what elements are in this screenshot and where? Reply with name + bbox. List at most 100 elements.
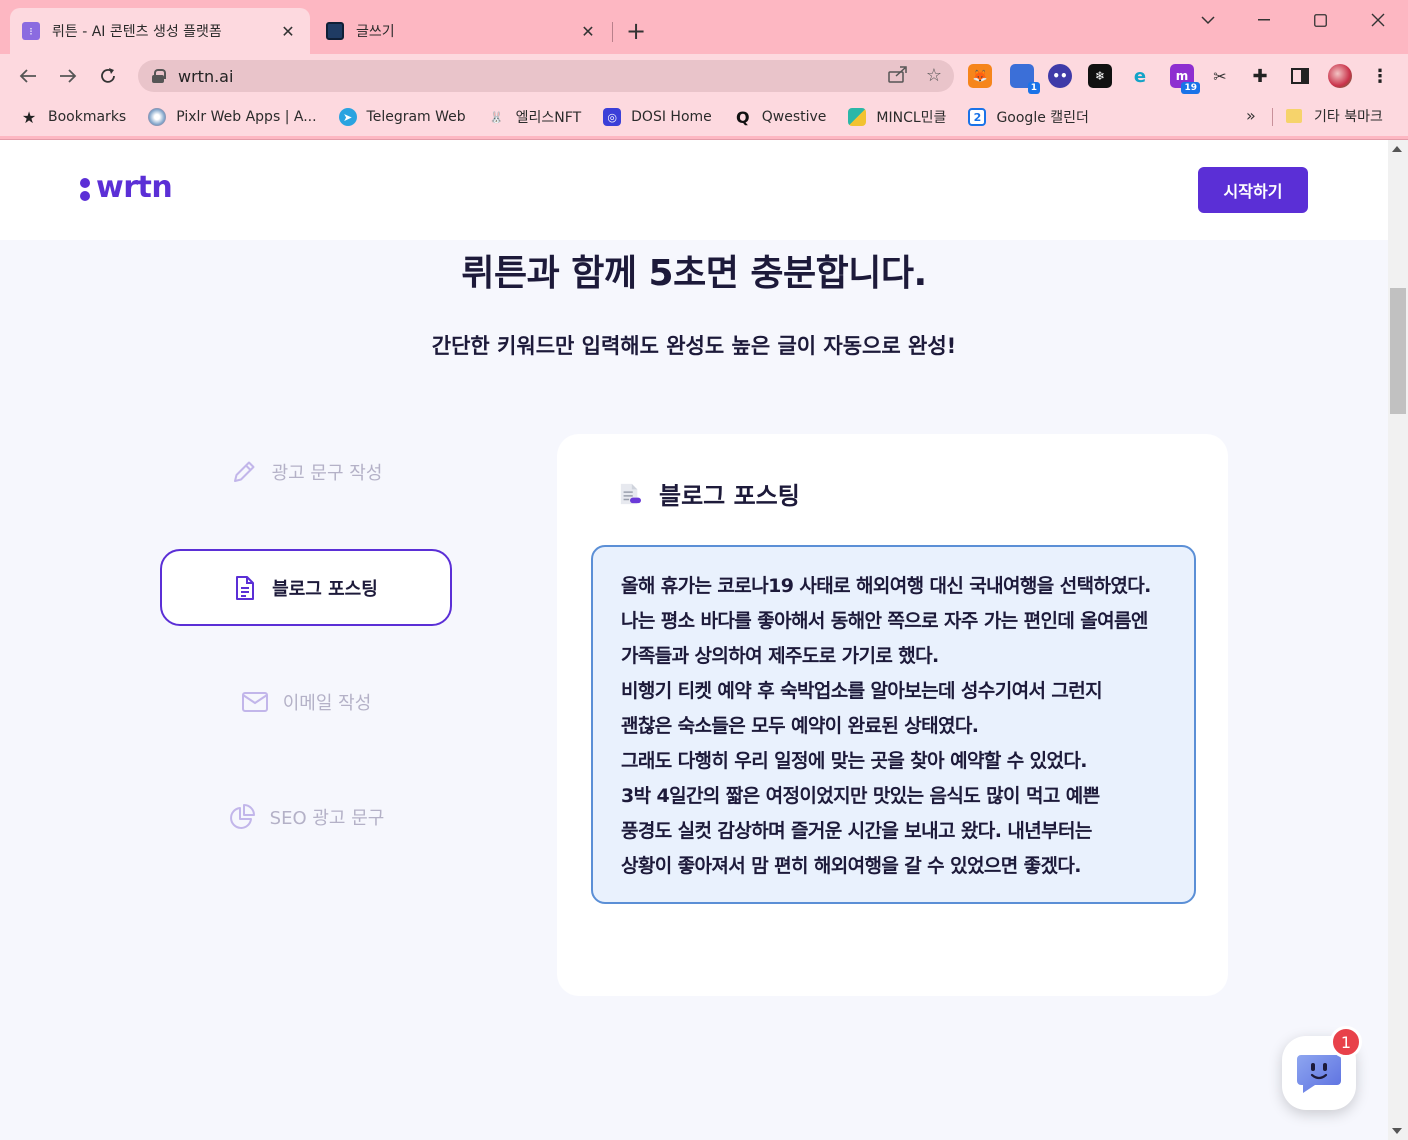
scroll-up-arrow-icon[interactable]	[1392, 146, 1402, 152]
back-arrow-icon[interactable]	[14, 62, 42, 90]
extension-mastodon-icon[interactable]: m 19	[1170, 64, 1200, 94]
tab-strip: ⁝ 뤼튼 - AI 콘텐츠 생성 플랫폼 ✕ 글쓰기 ✕ +	[0, 0, 1408, 54]
close-tab-icon[interactable]: ✕	[278, 21, 298, 41]
bookmark-label: 기타 북마크	[1314, 109, 1383, 125]
side-panel-icon[interactable]	[1288, 64, 1312, 88]
bookmark-label: Google 캘린더	[996, 110, 1089, 126]
tab-wrtn[interactable]: ⁝ 뤼튼 - AI 콘텐츠 생성 플랫폼 ✕	[10, 8, 310, 54]
extension-scissors-icon[interactable]: ✂	[1208, 64, 1232, 88]
menu-item-blog[interactable]: 블로그 포스팅	[160, 549, 452, 626]
browser-menu-icon[interactable]: ⋮	[1368, 64, 1392, 88]
blog-document-icon	[620, 483, 641, 504]
browser-toolbar: wrtn.ai ☆ 🦊 1 •• ❄ e m 19 ✂ ✚ ⋮	[0, 54, 1408, 98]
document-icon	[236, 575, 255, 600]
bookmark-label: DOSI Home	[631, 109, 712, 125]
generated-text-box: 올해 휴가는 코로나19 사태로 해외여행 대신 국내여행을 선택하였다. 나는…	[591, 545, 1196, 904]
generated-text-line: 가족들과 상의하여 제주도로 가기로 했다.	[621, 645, 939, 667]
blog-preview-card: 블로그 포스팅 올해 휴가는 코로나19 사태로 해외여행 대신 국내여행을 선…	[557, 434, 1228, 996]
scrollbar-thumb[interactable]	[1390, 288, 1406, 414]
tab-write[interactable]: 글쓰기 ✕	[314, 8, 610, 54]
pie-chart-icon	[229, 804, 255, 829]
extension-edge-icon[interactable]: e	[1128, 64, 1152, 88]
bookmark-label: Bookmarks	[48, 109, 127, 125]
chat-bot-icon	[1297, 1055, 1341, 1093]
scroll-down-arrow-icon[interactable]	[1392, 1128, 1402, 1134]
hero-subline: 간단한 키워드만 입력해도 완성도 높은 글이 자동으로 완성!	[431, 334, 957, 358]
folder-icon	[1286, 109, 1302, 123]
logo-text: wrtn	[96, 170, 173, 205]
tab-title: 뤼튼 - AI 콘텐츠 생성 플랫폼	[52, 24, 222, 40]
extension-badge: 1	[1027, 82, 1040, 94]
card-title-text: 블로그 포스팅	[659, 482, 800, 510]
bookmarks-overflow-button[interactable]: »	[1246, 106, 1256, 125]
minimize-icon[interactable]	[1236, 6, 1292, 34]
bookmark-label: Qwestive	[761, 109, 827, 125]
lock-icon[interactable]	[152, 69, 166, 83]
start-button[interactable]: 시작하기	[1198, 167, 1308, 213]
maximize-icon[interactable]	[1292, 6, 1348, 34]
extension-badge: 19	[1181, 82, 1200, 94]
menu-item-email[interactable]: 이메일 작성	[160, 682, 452, 722]
bookmark-pixlr[interactable]: Pixlr Web Apps | A...	[148, 108, 317, 126]
pencil-icon	[233, 461, 255, 482]
extension-chat-icon[interactable]: ••	[1048, 64, 1072, 88]
logo-mark-icon	[80, 175, 90, 201]
tab-separator	[612, 22, 613, 42]
generated-text-line: 비행기 티켓 예약 후 숙박업소를 알아보는데 성수기여서 그런지	[621, 680, 1103, 702]
close-window-icon[interactable]	[1350, 6, 1406, 34]
calendar-icon: 2	[968, 108, 987, 126]
menu-label: SEO 광고 문구	[269, 808, 385, 829]
menu-item-ad-copy[interactable]: 광고 문구 작성	[160, 452, 452, 492]
bookmark-mincl[interactable]: MINCL민클	[848, 107, 946, 127]
extensions-puzzle-icon[interactable]: ✚	[1248, 64, 1272, 88]
rabbit-icon: 🐰	[489, 110, 504, 124]
pixlr-icon	[148, 108, 167, 126]
generated-text-line: 3박 4일간의 짧은 여정이었지만 맛있는 음식도 많이 먹고 예쁜	[621, 785, 1100, 807]
bookmark-star-icon[interactable]: ☆	[926, 65, 942, 88]
generated-text-line: 올해 휴가는 코로나19 사태로 해외여행 대신 국내여행을 선택하였다.	[621, 575, 1151, 597]
wrtn-logo[interactable]: wrtn	[80, 170, 173, 205]
other-bookmarks-folder[interactable]: 기타 북마크	[1286, 106, 1383, 126]
site-header: wrtn 시작하기	[0, 140, 1388, 240]
bookmark-calendar[interactable]: 2 Google 캘린더	[968, 107, 1089, 127]
card-title: 블로그 포스팅	[619, 476, 800, 511]
tab-search-chevron-icon[interactable]	[1180, 6, 1236, 34]
menu-label: 이메일 작성	[282, 693, 372, 714]
bookmarks-bar: ★ Bookmarks Pixlr Web Apps | A... ➤ Tele…	[0, 98, 1408, 136]
bookmark-label: Telegram Web	[366, 109, 466, 125]
generated-text-line: 풍경도 실컷 감상하며 즐거운 시간을 보내고 왔다. 내년부터는	[621, 820, 1092, 842]
generated-text-line: 나는 평소 바다를 좋아해서 동해안 쪽으로 자주 가는 편인데 올여름엔	[621, 610, 1148, 632]
bookmark-qwestive[interactable]: Q Qwestive	[734, 108, 827, 127]
telegram-icon: ➤	[338, 108, 357, 126]
bookmark-label: MINCL민클	[876, 110, 947, 126]
page-content: wrtn 시작하기 뤼튼과 함께 5초면 충분합니다. 간단한 키워드만 입력해…	[0, 140, 1388, 1140]
profile-avatar[interactable]	[1328, 64, 1352, 88]
bookmark-dosi[interactable]: ◎ DOSI Home	[603, 108, 712, 126]
menu-label: 광고 문구 작성	[271, 463, 383, 484]
bookmark-telegram[interactable]: ➤ Telegram Web	[338, 108, 466, 126]
page-scrollbar[interactable]	[1388, 140, 1408, 1140]
bookmarks-separator	[1272, 108, 1273, 126]
extension-snowflake-icon[interactable]: ❄	[1088, 64, 1112, 88]
menu-item-seo[interactable]: SEO 광고 문구	[160, 797, 452, 837]
mincl-icon	[848, 108, 867, 126]
metamask-icon[interactable]: 🦊	[968, 64, 992, 88]
forward-arrow-icon[interactable]	[54, 62, 82, 90]
mail-icon	[241, 692, 268, 712]
address-bar[interactable]: wrtn.ai ☆	[138, 60, 954, 92]
browser-chrome: ⁝ 뤼튼 - AI 콘텐츠 생성 플랫폼 ✕ 글쓰기 ✕ + wrtn.ai ☆…	[0, 0, 1408, 140]
generated-text-line: 괜찮은 숙소들은 모두 예약이 완료된 상태였다.	[621, 715, 979, 737]
new-tab-plus-icon[interactable]: +	[622, 18, 650, 46]
star-icon: ★	[21, 107, 37, 127]
share-icon[interactable]	[888, 65, 908, 88]
chat-notification-badge: 1	[1330, 1026, 1362, 1058]
bookmark-bookmarks[interactable]: ★ Bookmarks	[20, 107, 127, 127]
bookmark-elice[interactable]: 🐰 엘리스NFT	[488, 107, 581, 127]
hero-headline: 뤼튼과 함께 5초면 충분합니다.	[461, 253, 927, 294]
reload-icon[interactable]	[94, 62, 122, 90]
url-text: wrtn.ai	[178, 66, 234, 86]
extension-translate-icon[interactable]: 1	[1010, 64, 1040, 94]
tab-title: 글쓰기	[356, 24, 395, 40]
generated-text-line: 상황이 좋아져서 맘 편히 해외여행을 갈 수 있었으면 좋겠다.	[621, 855, 1081, 877]
close-tab-icon[interactable]: ✕	[578, 21, 598, 41]
